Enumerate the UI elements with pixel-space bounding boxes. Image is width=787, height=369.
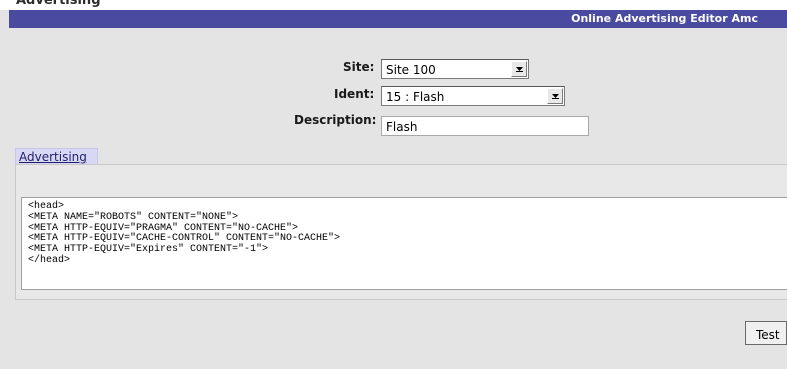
ident-select-value: 15 : Flash bbox=[386, 90, 445, 104]
code-editor[interactable]: <head> <META NAME="ROBOTS" CONTENT="NONE… bbox=[21, 197, 787, 290]
app-title: Online Advertising Editor Amc bbox=[571, 12, 758, 25]
site-label: Site: bbox=[343, 60, 375, 74]
tab-advertising[interactable]: Advertising bbox=[15, 148, 98, 165]
test-button[interactable]: Test bbox=[745, 321, 787, 345]
site-select[interactable]: Site 100 bbox=[381, 59, 529, 79]
site-dropdown-button[interactable] bbox=[511, 61, 527, 77]
top-strip: Advertising bbox=[0, 0, 787, 10]
code-line: </head> bbox=[28, 254, 71, 266]
ident-dropdown-button[interactable] bbox=[547, 88, 563, 104]
code-line: <META HTTP-EQUIV="Expires" CONTENT="-1"> bbox=[28, 244, 269, 256]
ident-select[interactable]: 15 : Flash bbox=[381, 86, 565, 106]
chevron-down-icon bbox=[552, 94, 559, 99]
site-select-value: Site 100 bbox=[386, 63, 436, 77]
description-input[interactable]: Flash bbox=[381, 116, 589, 136]
description-input-value: Flash bbox=[386, 120, 418, 134]
top-heading: Advertising bbox=[16, 0, 101, 8]
tab-advertising-label: Advertising bbox=[19, 150, 87, 164]
chevron-down-icon bbox=[516, 67, 523, 72]
ident-label: Ident: bbox=[334, 87, 375, 101]
code-line: <META NAME="ROBOTS" CONTENT="NONE"> bbox=[28, 211, 239, 223]
title-bar: Online Advertising Editor Amc bbox=[9, 10, 787, 28]
description-label: Description: bbox=[294, 113, 377, 127]
